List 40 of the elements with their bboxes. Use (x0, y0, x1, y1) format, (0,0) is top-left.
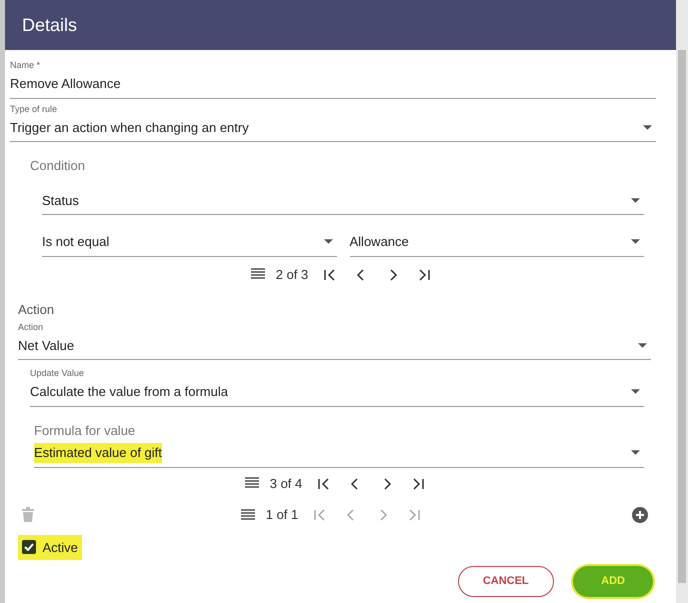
field-label: Action (18, 322, 44, 332)
text-field[interactable]: Remove Allowance (10, 71, 656, 98)
last-page-icon (418, 268, 432, 282)
field-label: Name * (10, 60, 42, 71)
select-field[interactable]: Trigger an action when changing an entry (10, 114, 656, 142)
list-icon (240, 508, 256, 522)
list-icon (244, 476, 260, 490)
section-heading: Action (18, 301, 56, 319)
cancel-button[interactable]: CANCEL (458, 566, 554, 596)
select-field[interactable]: Allowance (350, 229, 644, 256)
page-indicator: 2 of 3 (276, 266, 308, 284)
field-label: Type of rule (10, 104, 58, 114)
select-field[interactable]: Status (42, 188, 644, 215)
scrollbar-thumb[interactable] (678, 50, 686, 583)
select-field[interactable]: Estimated value of gift (34, 440, 644, 468)
dialog-title: Details (5, 0, 676, 50)
last-page-icon (412, 476, 426, 491)
dropdown-caret-icon (643, 124, 652, 130)
list-icon (250, 267, 266, 282)
select-field[interactable]: Net Value (18, 332, 651, 360)
dropdown-caret-icon (324, 239, 332, 244)
dropdown-caret-icon (631, 239, 640, 244)
section-heading: Condition (30, 157, 86, 175)
page-indicator: 3 of 4 (270, 474, 302, 492)
active-checkbox[interactable]: Active (18, 534, 82, 560)
first-page-icon (312, 508, 326, 522)
page-indicator: 1 of 1 (266, 506, 298, 524)
first-page-icon (316, 476, 330, 491)
dropdown-caret-icon (631, 450, 640, 456)
select-field[interactable]: Is not equal (42, 229, 336, 256)
dropdown-caret-icon (631, 389, 640, 394)
dropdown-caret-icon (631, 198, 640, 203)
last-page-icon (408, 508, 422, 522)
checkmark-icon (24, 543, 34, 552)
section-heading: Formula for value (34, 422, 136, 440)
select-field[interactable]: Calculate the value from a formula (30, 379, 644, 406)
field-label: Update Value (30, 368, 85, 379)
add-icon[interactable] (632, 506, 648, 523)
dropdown-caret-icon (638, 342, 647, 348)
first-page-icon (322, 268, 336, 282)
